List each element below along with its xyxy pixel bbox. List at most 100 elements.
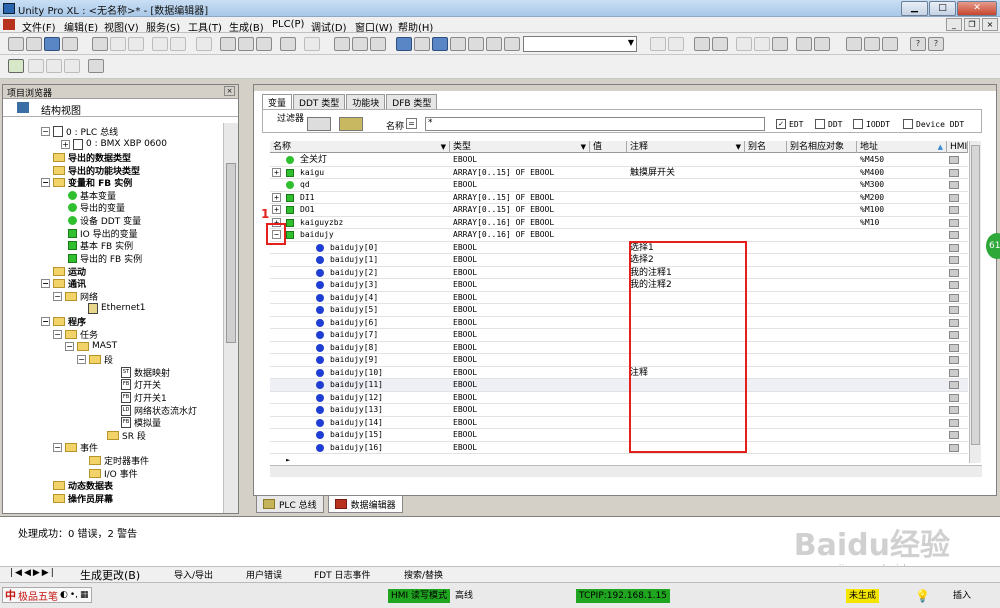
cell-address[interactable]: %M400 — [860, 167, 945, 179]
table-row[interactable]: 全关灯 EBOOL %M450 — [270, 154, 968, 167]
hmi-flag-icon[interactable] — [949, 281, 959, 289]
tree-node[interactable]: 导出的变量 — [68, 201, 125, 214]
ime-punct-icon[interactable]: •, — [70, 590, 78, 600]
ime-moon-icon[interactable]: ◐ — [60, 590, 68, 600]
tree-node[interactable]: Ethernet1 — [88, 302, 146, 314]
cell-name[interactable]: baidujy[11] — [330, 379, 448, 391]
cell-address[interactable] — [860, 317, 945, 329]
tree-node[interactable]: 导出的 FB 实例 — [68, 252, 142, 265]
window-cascade-icon[interactable] — [846, 37, 862, 51]
grid-scrollbar[interactable] — [969, 141, 981, 463]
cell-type[interactable]: EBOOL — [453, 367, 588, 379]
collapse-icon[interactable]: − — [77, 354, 86, 364]
hmi-flag-icon[interactable] — [949, 256, 959, 264]
tab-ddt-types[interactable]: DDT 类型 — [293, 94, 346, 109]
cell-name[interactable]: qd — [300, 179, 448, 191]
hmi-flag-icon[interactable] — [949, 181, 959, 189]
expand-icon[interactable]: + — [61, 139, 70, 149]
cell-address[interactable] — [860, 354, 945, 366]
cell-address[interactable]: %M450 — [860, 154, 945, 166]
cell-name[interactable]: DO1 — [300, 204, 448, 216]
export-icon[interactable] — [304, 37, 320, 51]
tab-fdt-log[interactable]: FDT 日志事件 — [314, 568, 370, 581]
cell-name[interactable]: baidujy — [300, 229, 448, 241]
tree-node[interactable]: ST 数据映射 — [121, 366, 170, 379]
cell-comment[interactable]: 触摸屏开关 — [630, 167, 744, 179]
table-row[interactable]: − baidujy ARRAY[0..16] OF EBOOL — [270, 229, 968, 242]
tab-data-editor[interactable]: 数据编辑器 — [327, 495, 403, 513]
hmi-flag-icon[interactable] — [949, 306, 959, 314]
cell-comment[interactable] — [630, 192, 744, 204]
ime-keyboard-icon[interactable]: ▦ — [80, 590, 89, 600]
project-browser-icon[interactable] — [396, 37, 412, 51]
save-icon[interactable] — [44, 37, 60, 51]
table-row[interactable]: baidujy[13] EBOOL — [270, 404, 968, 417]
connect-icon[interactable] — [694, 37, 710, 51]
tree-node[interactable]: 动态数据表 — [53, 479, 113, 492]
cell-address[interactable] — [860, 442, 945, 454]
tab-function-blocks[interactable]: 功能块 — [346, 94, 386, 109]
collapse-icon[interactable]: − — [41, 316, 50, 326]
tab-plc-bus[interactable]: PLC 总线 — [256, 495, 324, 513]
mdi-restore-icon[interactable]: ❐ — [964, 18, 980, 31]
name-filter-input[interactable]: * — [425, 117, 765, 131]
cell-name[interactable]: DI1 — [300, 192, 448, 204]
maximize-icon[interactable]: □ — [929, 1, 956, 16]
cell-name[interactable]: baidujy[9] — [330, 354, 448, 366]
io-config-icon[interactable] — [450, 37, 466, 51]
cell-type[interactable]: EBOOL — [453, 429, 588, 441]
scrollbar-thumb[interactable] — [971, 145, 980, 445]
hmi-flag-icon[interactable] — [949, 156, 959, 164]
tree-node[interactable]: 导出的数据类型 — [53, 151, 131, 164]
new-row[interactable]: ► — [270, 454, 968, 463]
cell-name[interactable]: kaiguyzbz — [300, 217, 448, 229]
table-row[interactable]: + DO1 ARRAY[0..15] OF EBOOL %M100 — [270, 204, 968, 217]
tab-user-errors[interactable]: 用户错误 — [246, 568, 282, 581]
hmi-flag-icon[interactable] — [949, 231, 959, 239]
disconnect-icon[interactable] — [712, 37, 728, 51]
network-icon[interactable] — [486, 37, 502, 51]
menu-window[interactable]: 窗口(W) — [355, 19, 393, 34]
cell-type[interactable]: EBOOL — [453, 267, 588, 279]
hmi-flag-icon[interactable] — [949, 393, 959, 402]
table-row[interactable]: baidujy[4] EBOOL — [270, 292, 968, 304]
cell-address[interactable] — [860, 242, 945, 254]
tools-icon[interactable] — [220, 37, 236, 51]
cell-type[interactable]: ARRAY[0..16] OF EBOOL — [453, 229, 588, 241]
cell-type[interactable]: EBOOL — [453, 329, 588, 341]
monitor-icon[interactable] — [814, 37, 830, 51]
table-row[interactable]: + kaigu ARRAY[0..15] OF EBOOL 触摸屏开关 %M400 — [270, 167, 968, 179]
col-address[interactable]: 地址 ▲ — [857, 141, 947, 153]
cell-name[interactable]: baidujy[16] — [330, 442, 448, 454]
hmi-flag-icon[interactable] — [949, 318, 959, 327]
zoom-icon[interactable] — [88, 59, 104, 73]
filter-settings-icon[interactable] — [339, 117, 363, 131]
cell-type[interactable]: EBOOL — [453, 417, 588, 429]
cell-type[interactable]: EBOOL — [453, 292, 588, 304]
split-view-icon[interactable] — [46, 59, 62, 73]
tab-variables[interactable]: 变量 — [262, 94, 293, 110]
tree-node[interactable]: 定时器事件 — [89, 454, 149, 467]
table-row[interactable]: baidujy[1] EBOOL 选择2 — [270, 254, 968, 267]
menu-debug[interactable]: 调试(D) — [311, 19, 347, 34]
minimize-icon[interactable]: ▁ — [901, 1, 928, 16]
col-value[interactable]: 值 — [590, 141, 627, 153]
replace-icon[interactable] — [256, 37, 272, 51]
validate-icon[interactable] — [196, 37, 212, 51]
filter-funnel-icon[interactable] — [307, 117, 331, 131]
table-row[interactable]: baidujy[3] EBOOL 我的注释2 — [270, 279, 968, 292]
cell-comment[interactable] — [630, 154, 744, 166]
mdi-minimize-icon[interactable]: _ — [946, 18, 962, 31]
cell-type[interactable]: EBOOL — [453, 354, 588, 366]
menu-plc[interactable]: PLC(P) — [272, 19, 304, 30]
hmi-flag-icon[interactable] — [949, 418, 959, 427]
tree-node[interactable]: − 事件 — [53, 441, 98, 454]
tree-node[interactable]: 基本 FB 实例 — [68, 239, 133, 252]
tree-node[interactable]: SR 段 — [107, 429, 146, 442]
cycle-icon[interactable] — [772, 37, 788, 51]
paste-icon[interactable] — [128, 37, 144, 51]
run-icon[interactable] — [736, 37, 752, 51]
cell-type[interactable]: EBOOL — [453, 317, 588, 329]
cell-address[interactable] — [860, 329, 945, 341]
tree-node[interactable]: 基本变量 — [68, 189, 116, 202]
